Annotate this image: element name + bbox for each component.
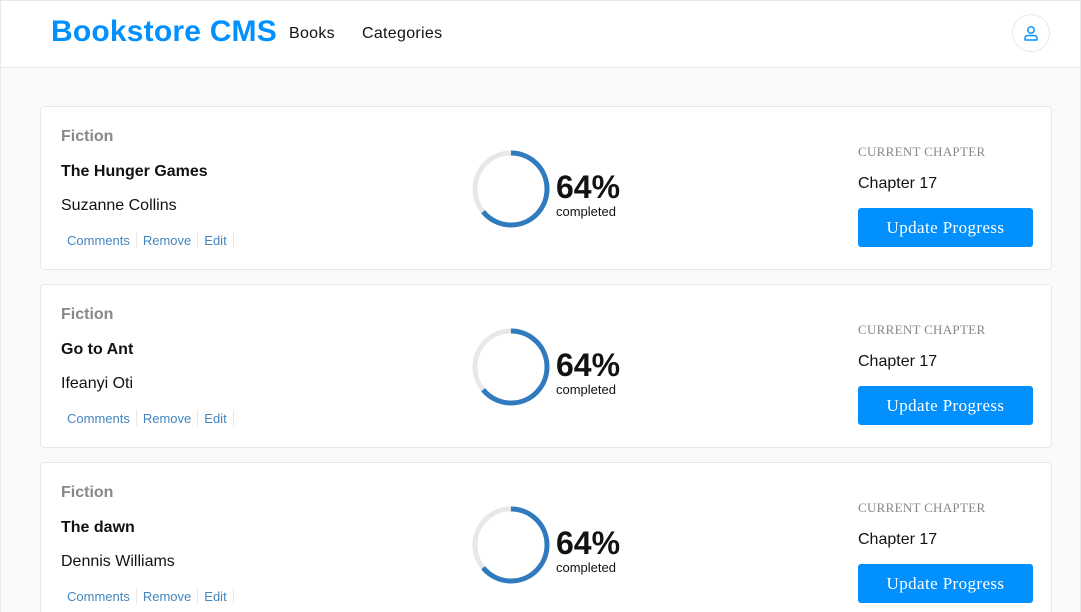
progress-ring — [472, 328, 550, 406]
action-divider — [135, 410, 137, 426]
book-genre: Fiction — [61, 484, 114, 501]
book-title: Go to Ant — [61, 341, 134, 358]
comments-button[interactable]: Comments — [67, 233, 130, 248]
action-divider — [232, 410, 234, 426]
action-divider — [135, 232, 137, 248]
user-icon — [1024, 26, 1038, 41]
current-chapter-label: CURRENT CHAPTER — [858, 322, 986, 337]
comments-button[interactable]: Comments — [67, 411, 130, 426]
progress-ring — [472, 150, 550, 228]
action-divider — [135, 588, 137, 604]
progress-completed-label: completed — [556, 560, 616, 575]
remove-button[interactable]: Remove — [143, 589, 191, 604]
user-profile-button[interactable] — [1012, 14, 1050, 52]
top-nav-bar: Bookstore CMS Books Categories — [1, 0, 1080, 68]
update-progress-button[interactable]: Update Progress — [858, 564, 1033, 603]
book-card: Fiction The Hunger Games Suzanne Collins… — [40, 106, 1052, 270]
book-card: Fiction Go to Ant Ifeanyi Oti Comments R… — [40, 284, 1052, 448]
edit-button[interactable]: Edit — [204, 233, 226, 248]
current-chapter-value: Chapter 17 — [858, 531, 938, 548]
progress-completed-label: completed — [556, 382, 616, 397]
progress-percent: 64% — [556, 169, 621, 205]
current-chapter-value: Chapter 17 — [858, 353, 938, 370]
current-chapter-value: Chapter 17 — [858, 175, 938, 192]
update-progress-button[interactable]: Update Progress — [858, 386, 1033, 425]
brand-logo[interactable]: Bookstore CMS — [51, 15, 277, 49]
action-divider — [197, 232, 199, 248]
action-divider — [197, 588, 199, 604]
action-divider — [232, 588, 234, 604]
book-author: Suzanne Collins — [61, 197, 177, 214]
update-progress-button[interactable]: Update Progress — [858, 208, 1033, 247]
comments-button[interactable]: Comments — [67, 589, 130, 604]
progress-completed-label: completed — [556, 204, 616, 219]
book-genre: Fiction — [61, 128, 114, 145]
book-author: Ifeanyi Oti — [61, 375, 134, 392]
current-chapter-label: CURRENT CHAPTER — [858, 144, 986, 159]
book-actions: Comments Remove Edit — [67, 588, 240, 604]
app-frame: Bookstore CMS Books Categories Fiction T… — [0, 0, 1081, 612]
action-divider — [232, 232, 234, 248]
book-card: Fiction The dawn Dennis Williams Comment… — [40, 462, 1052, 612]
current-chapter-label: CURRENT CHAPTER — [858, 500, 986, 515]
nav-link-books[interactable]: Books — [289, 25, 335, 43]
edit-button[interactable]: Edit — [204, 411, 226, 426]
book-genre: Fiction — [61, 306, 114, 323]
action-divider — [197, 410, 199, 426]
book-title: The dawn — [61, 519, 135, 536]
progress-ring — [472, 506, 550, 584]
progress-percent: 64% — [556, 525, 621, 561]
nav-link-categories[interactable]: Categories — [362, 25, 442, 43]
remove-button[interactable]: Remove — [143, 411, 191, 426]
book-actions: Comments Remove Edit — [67, 410, 240, 426]
remove-button[interactable]: Remove — [143, 233, 191, 248]
book-actions: Comments Remove Edit — [67, 232, 240, 248]
book-author: Dennis Williams — [61, 553, 175, 570]
book-title: The Hunger Games — [61, 163, 208, 180]
progress-percent: 64% — [556, 347, 621, 383]
edit-button[interactable]: Edit — [204, 589, 226, 604]
